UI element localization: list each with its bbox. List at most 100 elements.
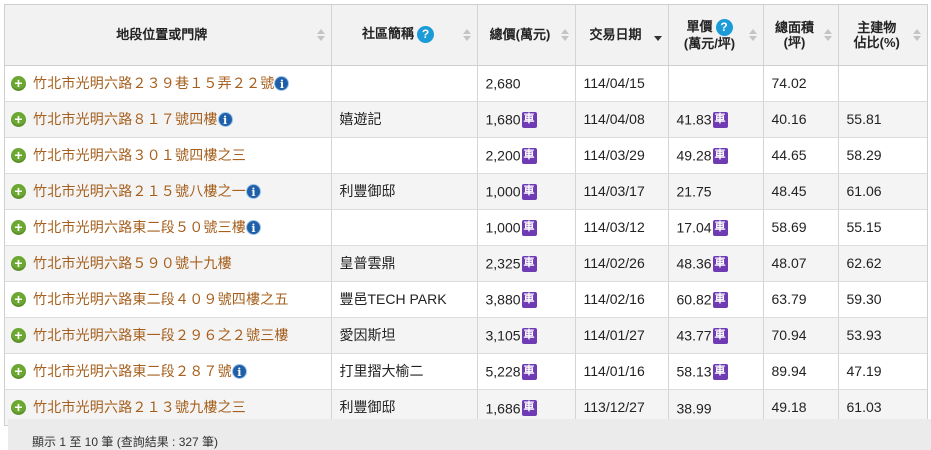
date-cell: 114/03/12: [575, 209, 669, 246]
expand-icon[interactable]: +: [11, 255, 26, 271]
sort-desc-icon[interactable]: [653, 29, 662, 41]
address-link[interactable]: 竹北市光明六路５９０號十九樓: [33, 255, 232, 271]
sort-icon[interactable]: [462, 28, 471, 41]
parking-badge-icon[interactable]: 車: [712, 219, 728, 236]
area-cell: 40.16: [763, 101, 839, 138]
main-building-ratio: 61.03: [846, 399, 882, 416]
table-row[interactable]: + 竹北市光明六路東二段５０號三樓 i 1,000 車 114/03/12 17.04 車 58…: [5, 209, 927, 246]
col-date[interactable]: 交易日期: [575, 5, 669, 66]
unit-price-cell: 43.77 車: [668, 317, 764, 354]
expand-icon[interactable]: +: [11, 111, 26, 127]
community-cell: 嬉遊記: [331, 101, 478, 138]
address-link[interactable]: 竹北市光明六路東二段２８７號: [33, 363, 232, 379]
parking-badge-icon[interactable]: 車: [521, 363, 537, 380]
date-cell: 114/03/29: [575, 137, 669, 174]
address-link[interactable]: 竹北市光明六路東二段５０號三樓: [33, 219, 246, 235]
info-icon[interactable]: i: [246, 183, 261, 199]
transactions-grid: 地段位置或門牌 社區簡稱? 總價(萬元) 交易日期 單價 ? (萬元/坪) 總面…: [4, 4, 928, 426]
parking-badge-icon[interactable]: 車: [712, 111, 728, 128]
address-link[interactable]: 竹北市光明六路３０１號四樓之三: [33, 147, 246, 163]
help-icon[interactable]: ?: [417, 26, 434, 44]
expand-icon[interactable]: +: [11, 291, 26, 307]
unit-price: 21.75: [676, 183, 712, 200]
parking-badge-icon[interactable]: 車: [712, 363, 728, 380]
parking-badge-icon[interactable]: 車: [521, 111, 537, 128]
expand-icon[interactable]: +: [11, 75, 26, 91]
community-name: 愛因斯坦: [339, 327, 396, 343]
parking-badge-icon[interactable]: 車: [521, 399, 537, 416]
col-area[interactable]: 總面積 (坪): [763, 5, 839, 66]
unit-price: 43.77: [676, 327, 712, 344]
parking-badge-icon[interactable]: 車: [712, 147, 728, 164]
sort-icon[interactable]: [823, 28, 832, 41]
parking-badge-icon[interactable]: 車: [521, 183, 537, 200]
address-link[interactable]: 竹北市光明六路東一段２９６之２號三樓: [33, 327, 289, 343]
sort-icon[interactable]: [560, 28, 569, 41]
parking-badge-icon[interactable]: 車: [712, 255, 728, 272]
col-area-label: 總面積: [774, 19, 814, 35]
parking-badge-icon[interactable]: 車: [712, 291, 728, 308]
table-row[interactable]: + 竹北市光明六路３０１號四樓之三 2,200 車 114/03/29 49.28 車 44.…: [5, 137, 927, 174]
main-building-ratio: 62.62: [846, 255, 882, 271]
area-cell: 58.69: [763, 209, 839, 246]
expand-icon[interactable]: +: [11, 183, 26, 199]
unit-price: 60.82: [676, 291, 712, 308]
col-address[interactable]: 地段位置或門牌: [5, 5, 332, 66]
total-price: 2,680: [485, 75, 521, 92]
total-area: 58.69: [771, 219, 807, 235]
help-icon[interactable]: ?: [715, 18, 733, 36]
address-cell: + 竹北市光明六路８１７號四樓 i: [5, 101, 332, 138]
transaction-date: 114/02/26: [583, 255, 645, 271]
ratio-cell: 47.19: [838, 353, 927, 390]
address-link[interactable]: 竹北市光明六路２１５號八樓之一: [33, 183, 246, 199]
sort-icon[interactable]: [913, 28, 921, 41]
date-cell: 114/02/16: [575, 281, 669, 318]
expand-icon[interactable]: +: [11, 219, 26, 235]
address-cell: + 竹北市光明六路５９０號十九樓: [5, 245, 332, 282]
info-icon[interactable]: i: [274, 75, 290, 91]
total-price-cell: 2,325 車: [477, 245, 576, 282]
transaction-date: 114/03/12: [583, 219, 645, 235]
community-cell: 利豐御邸: [331, 173, 478, 210]
total-area: 63.79: [771, 291, 807, 307]
table-row[interactable]: + 竹北市光明六路２３９巷１５弄２２號 i 2,680 114/04/15 74.02: [5, 65, 927, 102]
parking-badge-icon[interactable]: 車: [521, 219, 537, 236]
parking-badge-icon[interactable]: 車: [521, 327, 537, 344]
expand-icon[interactable]: +: [11, 399, 26, 415]
table-row[interactable]: + 竹北市光明六路８１７號四樓 i 嬉遊記 1,680 車 114/04/08 41.83 車 4…: [5, 101, 927, 138]
total-area: 70.94: [771, 327, 807, 343]
transaction-date: 113/12/27: [583, 399, 645, 416]
expand-icon[interactable]: +: [11, 147, 26, 163]
info-icon[interactable]: i: [231, 363, 247, 379]
table-row[interactable]: + 竹北市光明六路５９０號十九樓 皇普雲鼎 2,325 車 114/02/26 48.36 車…: [5, 245, 927, 282]
table-row[interactable]: + 竹北市光明六路東二段４０９號四樓之五 豐邑TECH PARK 3,880 車 114/…: [5, 281, 927, 318]
address-link[interactable]: 竹北市光明六路東二段４０９號四樓之五: [33, 291, 289, 307]
sort-icon[interactable]: [748, 28, 757, 41]
col-total-price[interactable]: 總價(萬元): [477, 5, 576, 66]
table-row[interactable]: + 竹北市光明六路東二段２８７號 i 打里摺大榆二 5,228 車 114/01/16 58.…: [5, 353, 927, 390]
area-cell: 89.94: [763, 353, 839, 390]
unit-price: 41.83: [676, 111, 712, 128]
address-link[interactable]: 竹北市光明六路８１７號四樓: [33, 111, 218, 127]
table-row[interactable]: + 竹北市光明六路２１５號八樓之一 i 利豐御邸 1,000 車 114/03/17 21.7…: [5, 173, 927, 210]
total-area: 49.18: [771, 399, 807, 416]
parking-badge-icon[interactable]: 車: [521, 291, 537, 308]
col-community[interactable]: 社區簡稱?: [331, 5, 478, 66]
parking-badge-icon[interactable]: 車: [521, 147, 537, 164]
info-icon[interactable]: i: [217, 111, 233, 127]
expand-icon[interactable]: +: [11, 363, 26, 379]
table-row[interactable]: + 竹北市光明六路東一段２９６之２號三樓 愛因斯坦 3,105 車 114/01/27 43…: [5, 317, 927, 354]
address-cell: + 竹北市光明六路２１５號八樓之一 i: [5, 173, 332, 210]
address-link[interactable]: 竹北市光明六路２１３號九樓之三: [33, 399, 246, 415]
date-cell: 114/01/16: [575, 353, 669, 390]
community-name: 利豐御邸: [339, 183, 396, 199]
col-ratio[interactable]: 主建物 佔比(%): [838, 5, 927, 66]
parking-badge-icon[interactable]: 車: [521, 255, 537, 272]
address-link[interactable]: 竹北市光明六路２３９巷１５弄２２號: [33, 75, 274, 91]
expand-icon[interactable]: +: [11, 327, 26, 343]
col-unit-price[interactable]: 單價? (萬元/坪): [668, 5, 764, 66]
total-price: 1,686: [485, 399, 521, 416]
parking-badge-icon[interactable]: 車: [712, 327, 728, 344]
info-icon[interactable]: i: [246, 219, 261, 235]
sort-icon[interactable]: [316, 28, 325, 41]
